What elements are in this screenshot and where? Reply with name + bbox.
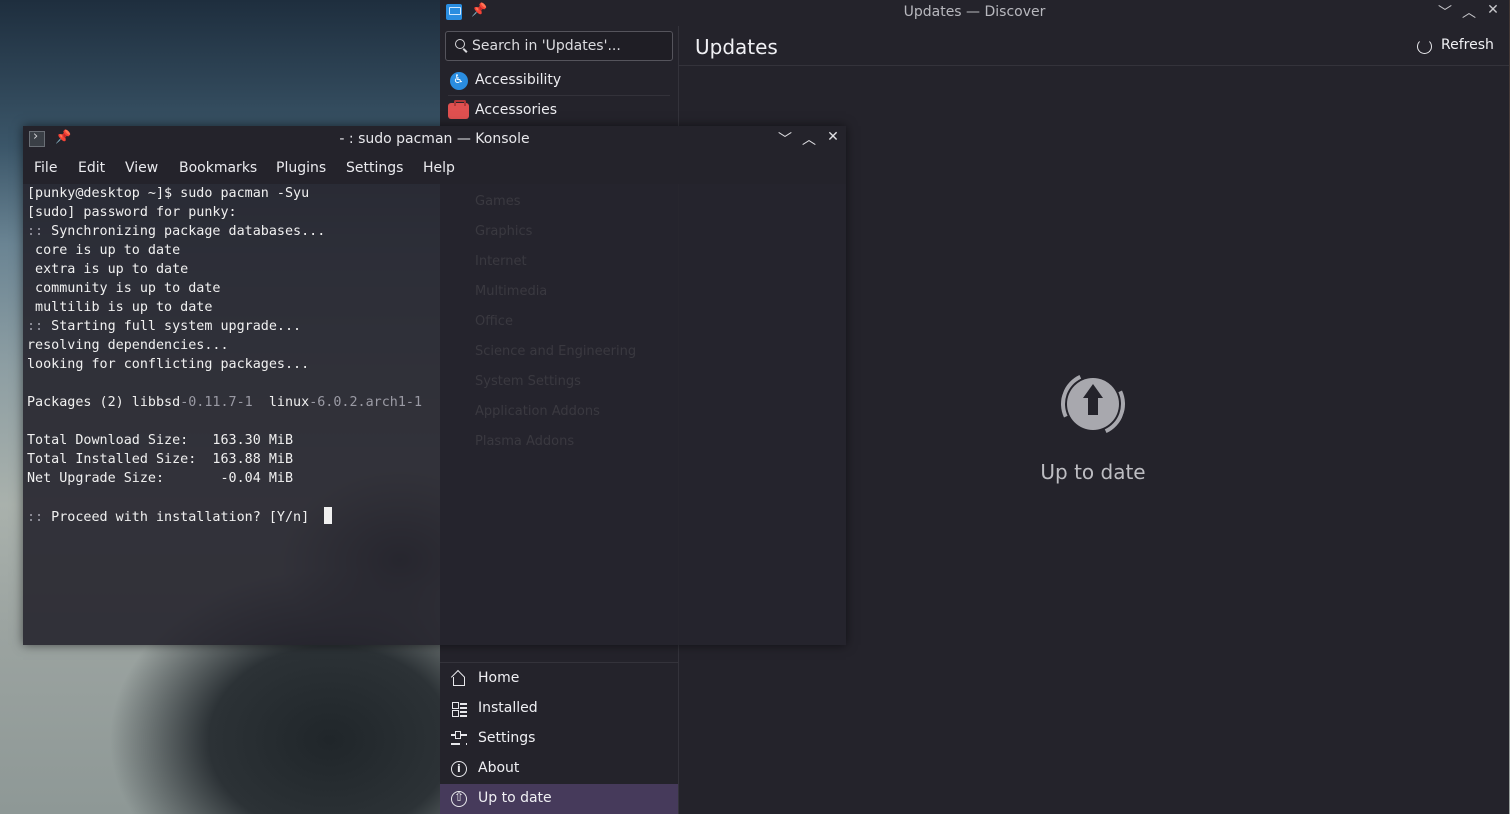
terminal-text: Synchronizing package databases...	[43, 224, 326, 239]
prompt-marker: ::	[27, 510, 44, 525]
terminal-text: Starting full system upgrade...	[43, 319, 302, 334]
terminal-line: Total Download Size: 163.30 MiB	[27, 433, 294, 448]
menu-bookmarks[interactable]: Bookmarks	[179, 160, 257, 176]
minimize-button[interactable]: ﹀	[1436, 2, 1454, 22]
menu-edit[interactable]: Edit	[78, 160, 105, 176]
maximize-button[interactable]: ︿	[1460, 2, 1478, 22]
installed-icon	[451, 701, 467, 717]
toolbox-icon	[448, 100, 469, 119]
category-label: Accessories	[475, 102, 558, 118]
terminal-line: resolving dependencies...	[27, 338, 229, 353]
terminal-line: community is up to date	[27, 281, 221, 296]
nav-label: Installed	[478, 700, 538, 716]
faded-category: Plasma Addons	[475, 434, 575, 449]
menu-plugins[interactable]: Plugins	[276, 160, 326, 176]
terminal-line: extra is up to date	[27, 262, 189, 277]
faded-category: Office	[475, 314, 513, 329]
info-icon	[451, 761, 467, 777]
konsole-window: 📌 - : sudo pacman — Konsole ﹀ ︿ ✕ File E…	[23, 126, 846, 645]
page-title: Updates	[695, 35, 778, 59]
page-header: Updates Refresh	[679, 26, 1509, 66]
menubar: File Edit View Bookmarks Plugins Setting…	[23, 154, 846, 184]
window-title: - : sudo pacman — Konsole	[339, 131, 530, 147]
faded-category: Internet	[475, 254, 527, 269]
refresh-icon	[1417, 39, 1432, 54]
faded-category: Science and Engineering	[475, 344, 637, 359]
faded-category: Application Addons	[475, 404, 600, 419]
search-input[interactable]	[472, 37, 668, 55]
nav-label: Home	[478, 670, 520, 686]
menu-help[interactable]: Help	[423, 160, 455, 176]
category-accessories[interactable]: Accessories	[448, 96, 670, 126]
faded-category: Games	[475, 194, 521, 209]
nav-label: Settings	[478, 730, 536, 746]
terminal-line: :: Starting full system upgrade...	[27, 317, 301, 336]
package-version: -0.11.7-1	[180, 395, 253, 410]
nav-up-to-date[interactable]: Up to date	[440, 784, 678, 814]
terminal-line: multilib is up to date	[27, 300, 213, 315]
refresh-label: Refresh	[1441, 37, 1494, 53]
prompt-marker: ::	[27, 224, 44, 239]
minimize-button[interactable]: ﹀	[776, 129, 794, 149]
terminal-output[interactable]: [punky@desktop ~]$ sudo pacman -Syu [sud…	[27, 184, 842, 639]
up-arrow-icon	[1067, 378, 1119, 430]
terminal-text: linux	[252, 395, 310, 410]
home-icon	[451, 671, 467, 687]
close-button[interactable]: ✕	[824, 129, 842, 145]
maximize-button[interactable]: ︿	[800, 129, 818, 149]
menu-view[interactable]: View	[125, 160, 158, 176]
text-cursor	[324, 507, 333, 524]
category-label: Accessibility	[475, 72, 562, 88]
terminal-line: :: Synchronizing package databases...	[27, 222, 325, 241]
close-button[interactable]: ✕	[1484, 2, 1502, 18]
menu-file[interactable]: File	[34, 160, 57, 176]
faded-category: System Settings	[475, 374, 581, 389]
faded-category: Graphics	[475, 224, 533, 239]
terminal-line: [punky@desktop ~]$ sudo pacman -Syu	[27, 186, 310, 201]
accessibility-icon	[450, 72, 468, 90]
update-icon	[451, 790, 467, 807]
terminal-line: core is up to date	[27, 243, 181, 258]
nav-about[interactable]: About	[440, 754, 678, 784]
nav-installed[interactable]: Installed	[440, 694, 678, 724]
window-title: Updates — Discover	[903, 4, 1046, 20]
divider	[440, 662, 678, 663]
nav-label: About	[478, 760, 520, 776]
terminal-line: Packages (2) libbsd-0.11.7-1 linux-6.0.2…	[27, 393, 422, 412]
menu-settings[interactable]: Settings	[346, 160, 403, 176]
konsole-titlebar[interactable]: 📌 - : sudo pacman — Konsole ﹀ ︿ ✕	[23, 126, 846, 154]
terminal-line: :: Proceed with installation? [Y/n]	[27, 507, 333, 526]
terminal-line: Net Upgrade Size: -0.04 MiB	[27, 471, 294, 486]
nav-home[interactable]: Home	[440, 664, 678, 694]
discover-titlebar[interactable]: 📌 Updates — Discover ﹀ ︿ ✕	[440, 0, 1509, 26]
prompt-marker: ::	[27, 319, 44, 334]
terminal-line: Total Installed Size: 163.88 MiB	[27, 452, 294, 467]
search-icon	[455, 39, 465, 49]
nav-settings[interactable]: Settings	[440, 724, 678, 754]
terminal-text: Proceed with installation? [Y/n]	[43, 510, 318, 525]
package-version: -6.0.2.arch1-1	[309, 395, 423, 410]
category-accessibility[interactable]: Accessibility	[448, 66, 670, 96]
terminal-text: Packages (2) libbsd	[27, 395, 181, 410]
faded-category: Multimedia	[475, 284, 548, 299]
terminal-line: [sudo] password for punky:	[27, 205, 237, 220]
settings-icon	[451, 731, 467, 747]
nav-label: Up to date	[478, 790, 552, 806]
search-field[interactable]	[445, 31, 673, 61]
terminal-line: looking for conflicting packages...	[27, 357, 310, 372]
